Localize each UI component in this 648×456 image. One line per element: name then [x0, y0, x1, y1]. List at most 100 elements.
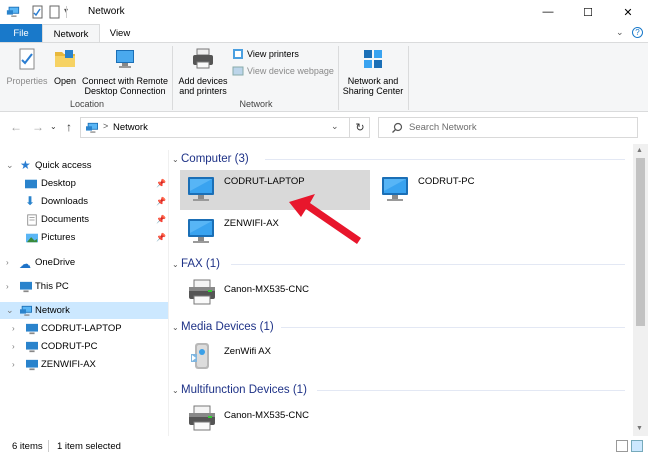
help-icon[interactable]: ?	[632, 27, 643, 38]
properties-quick-icon[interactable]	[30, 5, 44, 19]
properties-button[interactable]: Properties	[4, 47, 50, 86]
tiles-view-icon[interactable]	[631, 440, 643, 452]
nav-label: Network	[35, 305, 70, 316]
tab-file[interactable]: File	[0, 24, 42, 42]
back-arrow-icon[interactable]: ←	[10, 120, 22, 134]
group-header-fax[interactable]: FAX (1)	[181, 256, 220, 272]
add-devices-label-1: Add devices	[178, 76, 228, 86]
scroll-up-icon[interactable]: ▲	[636, 147, 643, 154]
pin-icon[interactable]: 📌	[156, 197, 166, 206]
search-input[interactable]: Search Network	[378, 117, 638, 138]
computer-icon	[186, 216, 218, 248]
search-placeholder: Search Network	[409, 122, 477, 133]
nav-quick-access[interactable]: ⌄ ★ Quick access	[0, 157, 168, 174]
fax-item[interactable]: Canon-MX535-CNC	[180, 272, 370, 312]
collapsed-chevron-icon[interactable]: ›	[6, 282, 9, 291]
pin-icon[interactable]: 📌	[156, 233, 166, 242]
item-label: ZENWIFI-AX	[224, 218, 279, 229]
maximize-button[interactable]: ☐	[568, 0, 608, 24]
cloud-icon: ☁	[19, 256, 31, 271]
pin-icon[interactable]: 📌	[156, 179, 166, 188]
nav-pictures[interactable]: Pictures 📌	[0, 229, 168, 246]
webpage-small-icon	[232, 66, 244, 76]
collapsed-chevron-icon[interactable]: ›	[12, 324, 15, 333]
computer-icon	[26, 359, 38, 370]
view-printers-button[interactable]: View printers	[232, 47, 299, 61]
open-button[interactable]: Open	[50, 47, 80, 86]
group-collapse-icon[interactable]: ⌄	[172, 155, 179, 164]
recent-locations-icon[interactable]: ⌄	[50, 122, 57, 131]
computer-icon	[26, 341, 38, 352]
multifunction-item[interactable]: Canon-MX535-CNC	[180, 398, 370, 436]
add-devices-icon	[193, 48, 213, 69]
tab-view[interactable]: View	[100, 24, 140, 42]
sharing-center-button[interactable]: Network and Sharing Center	[342, 47, 404, 96]
details-view-icon[interactable]	[616, 440, 628, 452]
forward-arrow-icon[interactable]: →	[32, 120, 44, 134]
computer-item[interactable]: CODRUT-PC	[374, 170, 564, 210]
explorer-icon[interactable]	[6, 5, 20, 19]
scroll-down-icon[interactable]: ▼	[636, 425, 643, 432]
scrollbar-thumb[interactable]	[636, 158, 645, 326]
nav-onedrive[interactable]: › ☁ OneDrive	[0, 254, 168, 271]
collapsed-chevron-icon[interactable]: ›	[12, 360, 15, 369]
media-item[interactable]: ZenWifi AX	[180, 336, 370, 376]
add-devices-button[interactable]: Add devices and printers	[176, 47, 230, 96]
minimize-button[interactable]: —	[528, 0, 568, 24]
collapsed-chevron-icon[interactable]: ›	[12, 342, 15, 351]
documents-icon	[27, 213, 37, 226]
nav-label: OneDrive	[35, 257, 76, 268]
computer-icon	[20, 281, 32, 292]
view-device-webpage-label: View device webpage	[247, 66, 334, 76]
status-bar: 6 items 1 item selected	[0, 436, 648, 456]
nav-label: Desktop	[41, 178, 76, 189]
group-header-media[interactable]: Media Devices (1)	[181, 319, 274, 335]
selection-count: 1 item selected	[57, 441, 121, 452]
desktop-icon	[25, 179, 37, 188]
vertical-scrollbar[interactable]: ▲ ▼	[633, 144, 648, 436]
group-collapse-icon[interactable]: ⌄	[172, 386, 179, 395]
computer-icon	[26, 323, 38, 334]
nav-downloads[interactable]: ⬇ Downloads 📌	[0, 193, 168, 210]
address-dropdown-icon[interactable]: ⌄	[331, 121, 339, 132]
nav-desktop[interactable]: Desktop 📌	[0, 175, 168, 192]
title-bar: ▾ Network — ☐ ✕	[0, 0, 648, 24]
group-header-multifunction[interactable]: Multifunction Devices (1)	[181, 382, 307, 398]
ribbon-separator-2	[338, 46, 339, 110]
nav-network-child[interactable]: › ZENWIFI-AX	[0, 356, 168, 373]
collapsed-chevron-icon[interactable]: ›	[6, 258, 9, 267]
expanded-chevron-icon[interactable]: ⌄	[6, 305, 14, 316]
nav-network-child[interactable]: › CODRUT-LAPTOP	[0, 320, 168, 337]
window-title: Network	[88, 6, 125, 17]
new-folder-quick-icon[interactable]	[47, 5, 61, 19]
nav-documents[interactable]: Documents 📌	[0, 211, 168, 228]
router-icon	[186, 340, 218, 372]
tab-network[interactable]: Network	[42, 24, 100, 43]
up-arrow-icon[interactable]: ↑	[66, 120, 72, 134]
group-collapse-icon[interactable]: ⌄	[172, 323, 179, 332]
group-collapse-icon[interactable]: ⌄	[172, 260, 179, 269]
collapse-ribbon-icon[interactable]: ⌄	[616, 27, 624, 38]
remote-desktop-button[interactable]: Connect with Remote Desktop Connection	[80, 47, 170, 96]
group-divider	[317, 390, 625, 391]
expanded-chevron-icon[interactable]: ⌄	[6, 160, 14, 171]
address-bar[interactable]: > Network ⌄ ↻	[80, 117, 370, 138]
breadcrumb-network[interactable]: Network	[113, 122, 148, 133]
group-header-computer[interactable]: Computer (3)	[181, 151, 249, 167]
item-label: Canon-MX535-CNC	[224, 284, 310, 295]
printer-small-icon	[233, 49, 243, 59]
nav-network[interactable]: ⌄ Network	[0, 302, 168, 319]
nav-this-pc[interactable]: › This PC	[0, 278, 168, 295]
content-pane: ⌄ Computer (3) CODRUT-LAPTOP CODRUT-PC Z…	[169, 144, 633, 436]
network-group-label: Network	[239, 99, 273, 109]
nav-network-child[interactable]: › CODRUT-PC	[0, 338, 168, 355]
network-icon	[19, 305, 33, 317]
view-device-webpage-button[interactable]: View device webpage	[232, 64, 334, 78]
ribbon-separator	[172, 46, 173, 110]
item-label: Canon-MX535-CNC	[224, 410, 310, 421]
refresh-icon[interactable]: ↻	[349, 118, 370, 137]
ribbon-separator-3	[408, 46, 409, 110]
close-button[interactable]: ✕	[608, 0, 648, 24]
pin-icon[interactable]: 📌	[156, 215, 166, 224]
nav-label: CODRUT-PC	[41, 341, 98, 352]
